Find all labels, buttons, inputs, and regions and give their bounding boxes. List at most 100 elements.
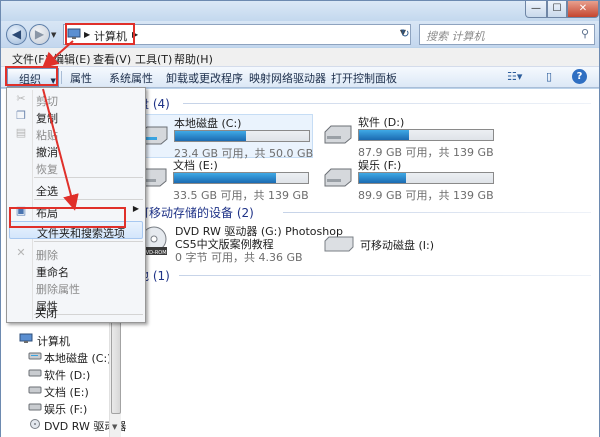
forward-button[interactable]: ▶ — [29, 24, 50, 45]
menu-item-undo[interactable]: 撤消 — [9, 141, 143, 159]
drive-name: 娱乐 (F:) — [358, 159, 402, 172]
removable-disk-i[interactable]: 可移动磁盘 (I:) — [323, 229, 498, 259]
refresh-icon[interactable]: ↻ — [395, 25, 415, 44]
map-network-drive-button[interactable]: 映射网络驱动器 — [249, 70, 326, 86]
title-bar: — ☐ ✕ — [1, 1, 599, 21]
breadcrumb-computer[interactable]: 计算机 — [94, 28, 127, 44]
scrollbar-thumb[interactable] — [111, 319, 121, 414]
group-divider — [183, 103, 591, 104]
group-divider — [283, 212, 591, 213]
menu-separator — [34, 241, 143, 242]
drive-f[interactable]: 娱乐 (F:) 89.9 GB 可用，共 139 GB — [323, 157, 498, 202]
cut-icon: ✂ — [16, 92, 26, 105]
paste-icon: ▤ — [15, 126, 27, 139]
menu-item-cut[interactable]: ✂ 剪切 — [9, 90, 143, 108]
drive-name: 软件 (D:) — [358, 116, 405, 129]
menu-item-delete[interactable]: ✕ 删除 — [9, 244, 143, 262]
dvd-drive-icon — [30, 419, 40, 429]
breadcrumb-separator[interactable]: ▶ — [84, 30, 90, 39]
open-control-panel-button[interactable]: 打开控制面板 — [331, 70, 397, 86]
nav-item-label: 娱乐 (F:) — [44, 403, 88, 416]
toolbar-divider — [61, 71, 62, 84]
submenu-arrow-icon: ▶ — [132, 204, 139, 213]
capacity-fill — [359, 173, 406, 183]
drive-e[interactable]: 文档 (E:) 33.5 GB 可用，共 139 GB — [138, 157, 313, 202]
command-bar: 组织 ▼ 属性 系统属性 卸载或更改程序 映射网络驱动器 打开控制面板 ☷▾ ▯… — [1, 67, 599, 88]
dvd-drive-g[interactable]: DVD-ROM DVD RW 驱动器 (G:) Photoshop CS5中文版… — [138, 223, 343, 264]
minimize-button[interactable]: — — [525, 1, 547, 18]
view-options-icon[interactable]: ☷▾ — [507, 70, 522, 83]
uninstall-program-button[interactable]: 卸载或更改程序 — [166, 70, 243, 86]
menu-file[interactable]: 文件(F) — [12, 51, 49, 67]
preview-pane-icon[interactable]: ▯ — [546, 70, 552, 83]
recent-pages-dropdown[interactable]: ▼ — [51, 31, 56, 39]
drive-name: 本地磁盘 (C:) — [174, 117, 242, 130]
hard-drive-icon — [28, 386, 42, 394]
capacity-bar — [173, 172, 309, 184]
menu-item-paste[interactable]: ▤ 粘贴 — [9, 124, 143, 142]
capacity-fill — [175, 131, 247, 141]
computer-icon — [67, 28, 81, 39]
search-placeholder: 搜索 计算机 — [426, 30, 485, 43]
drive-c[interactable]: 本地磁盘 (C:) 23.4 GB 可用，共 50.0 GB — [138, 114, 313, 160]
drive-d[interactable]: 软件 (D:) 87.9 GB 可用，共 139 GB — [323, 114, 498, 159]
menu-item-select-all[interactable]: 全选 — [9, 180, 143, 198]
address-row: ◀ ▶ ▼ ▶ 计算机 ▶ ▼ ↻ 搜索 计算机 ⚲ — [1, 21, 599, 47]
menu-separator — [34, 177, 143, 178]
hard-drive-icon — [324, 125, 352, 144]
capacity-fill — [359, 130, 409, 140]
menu-item-close[interactable]: 关闭 — [8, 302, 142, 320]
group-divider — [179, 275, 591, 276]
menu-help[interactable]: 帮助(H) — [174, 51, 213, 67]
drive-free-space: 89.9 GB 可用，共 139 GB — [358, 189, 494, 202]
menu-item-label: 布局 — [36, 207, 58, 220]
menu-bar: 文件(F) 编辑(E) 查看(V) 工具(T) 帮助(H) — [1, 48, 599, 67]
menu-view[interactable]: 查看(V) — [93, 51, 131, 67]
explorer-window: — ☐ ✕ ◀ ▶ ▼ ▶ 计算机 ▶ ▼ ↻ 搜索 计算机 ⚲ 文件(F) 编… — [0, 0, 600, 437]
hard-drive-icon — [324, 168, 352, 187]
organize-label: 组织 — [19, 73, 41, 86]
drive-free-space: 0 字节 可用，共 4.36 GB — [175, 251, 303, 264]
capacity-bar — [358, 172, 494, 184]
nav-item-label: 计算机 — [37, 335, 70, 348]
back-button[interactable]: ◀ — [6, 24, 27, 45]
breadcrumb-separator[interactable]: ▶ — [132, 30, 138, 39]
menu-item-copy[interactable]: ❐ 复制 — [9, 107, 143, 125]
nav-item-label: 文档 (E:) — [44, 386, 89, 399]
organize-button[interactable]: 组织 ▼ — [7, 68, 59, 87]
hard-drive-icon — [28, 352, 42, 360]
menu-item-label: 关闭 — [35, 307, 57, 320]
drive-free-space: 33.5 GB 可用，共 139 GB — [173, 189, 309, 202]
menu-item-label: 全选 — [36, 185, 58, 198]
menu-item-redo[interactable]: 恢复 — [9, 158, 143, 176]
chevron-down-icon: ▼ — [50, 77, 56, 85]
help-icon[interactable]: ? — [572, 69, 587, 84]
search-input[interactable]: 搜索 计算机 ⚲ — [419, 24, 595, 45]
drive-name: 文档 (E:) — [173, 159, 218, 172]
search-icon[interactable]: ⚲ — [581, 27, 589, 40]
maximize-button[interactable]: ☐ — [547, 1, 567, 18]
nav-item-label: 本地磁盘 (C:) — [44, 352, 112, 365]
copy-icon: ❐ — [16, 109, 26, 122]
system-properties-button[interactable]: 系统属性 — [109, 70, 153, 86]
menu-item-layout[interactable]: ▣ 布局 ▶ — [9, 202, 143, 220]
close-button[interactable]: ✕ — [567, 1, 599, 18]
scroll-down-icon[interactable]: ▼ — [112, 423, 117, 431]
layout-icon: ▣ — [15, 204, 27, 217]
hard-drive-icon — [28, 403, 42, 411]
address-bar[interactable]: ▶ 计算机 ▶ ▼ — [63, 24, 411, 45]
menu-item-label: 文件夹和搜索选项 — [37, 227, 125, 240]
menu-item-rename[interactable]: 重命名 — [9, 261, 143, 279]
menu-tools[interactable]: 工具(T) — [135, 51, 172, 67]
organize-context-menu: ✂ 剪切 ❐ 复制 ▤ 粘贴 撤消 恢复 全选 ▣ 布局 ▶ 文件夹和搜索选项 ✕ 删除 重… — [6, 87, 146, 323]
menu-edit[interactable]: 编辑(E) — [53, 51, 91, 67]
properties-button[interactable]: 属性 — [70, 70, 92, 86]
usb-drive-icon — [324, 236, 354, 252]
hard-drive-icon — [28, 369, 42, 377]
menu-separator — [34, 199, 143, 200]
capacity-fill — [174, 173, 276, 183]
menu-item-folder-options[interactable]: 文件夹和搜索选项 — [9, 221, 143, 240]
computer-icon — [19, 333, 33, 343]
menu-item-remove-properties[interactable]: 删除属性 — [9, 278, 143, 296]
delete-icon: ✕ — [16, 246, 26, 259]
